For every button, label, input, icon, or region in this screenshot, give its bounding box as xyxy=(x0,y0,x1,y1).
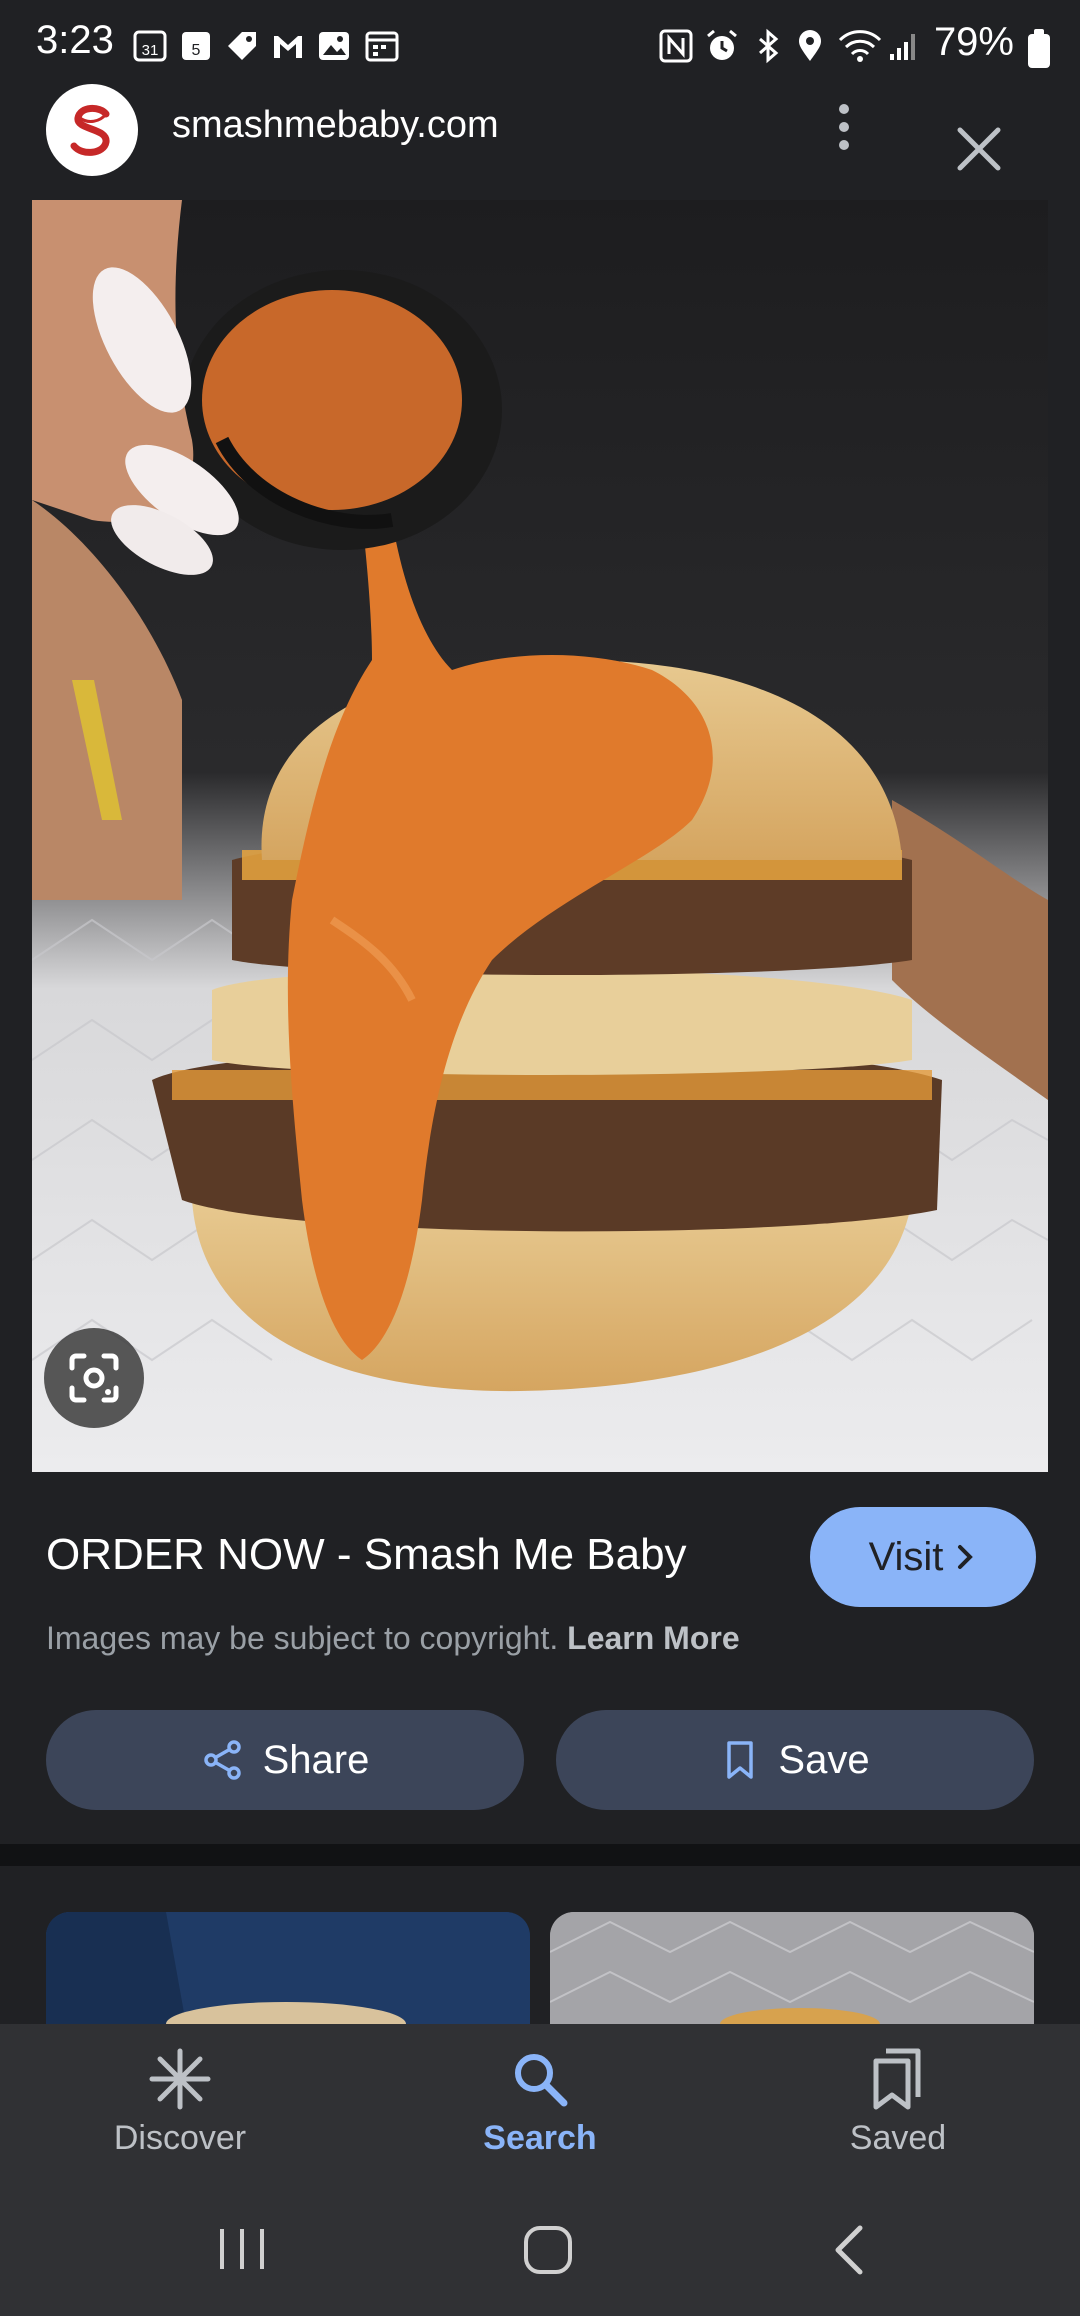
calendar-5-icon: 5 xyxy=(182,32,210,60)
search-icon xyxy=(515,2053,568,2106)
bookmark-icon xyxy=(727,1741,754,1779)
calendar-icon: 31 xyxy=(133,30,167,62)
gmail-icon xyxy=(274,36,302,58)
visit-button[interactable]: Visit xyxy=(810,1507,1036,1607)
more-options-icon[interactable] xyxy=(830,102,858,152)
asterisk-icon xyxy=(149,2048,211,2109)
copyright-notice: Images may be subject to copyright. Lear… xyxy=(46,1620,740,1657)
visit-label: Visit xyxy=(868,1534,944,1579)
bookmarks-icon xyxy=(873,2048,921,2109)
site-logo-icon xyxy=(70,105,110,156)
close-icon[interactable] xyxy=(950,120,1008,178)
share-icon xyxy=(203,1740,241,1780)
burger-photo xyxy=(32,200,1048,1472)
home-icon[interactable] xyxy=(518,2220,578,2280)
site-url[interactable]: smashmebaby.com xyxy=(172,104,499,147)
related-image-2[interactable] xyxy=(550,1912,1034,2024)
status-time: 3:23 xyxy=(36,18,114,62)
signal-icon xyxy=(890,34,915,60)
svg-text:5: 5 xyxy=(192,42,201,59)
chevron-right-icon xyxy=(958,1545,974,1569)
battery-icon xyxy=(1028,29,1050,68)
location-icon xyxy=(799,30,821,61)
svg-text:31: 31 xyxy=(142,42,159,59)
result-title[interactable]: ORDER NOW - Smash Me Baby xyxy=(46,1530,687,1580)
result-image[interactable] xyxy=(32,200,1048,1472)
tag-icon xyxy=(228,32,256,60)
nav-search-label: Search xyxy=(483,2118,597,2157)
wifi-icon xyxy=(838,30,882,62)
copyright-text: Images may be subject to copyright. xyxy=(46,1620,559,1656)
gallery-icon xyxy=(319,32,349,60)
share-button[interactable]: Share xyxy=(46,1710,524,1810)
site-logo[interactable] xyxy=(46,84,138,176)
learn-more-link[interactable]: Learn More xyxy=(567,1620,739,1656)
lens-button[interactable] xyxy=(44,1328,144,1428)
back-icon[interactable] xyxy=(826,2222,876,2278)
nav-saved-label: Saved xyxy=(849,2118,947,2157)
save-button[interactable]: Save xyxy=(556,1710,1034,1810)
nav-discover[interactable]: Discover xyxy=(60,2024,300,2180)
related-photo-2 xyxy=(550,1912,1034,2024)
lens-icon xyxy=(69,1353,119,1403)
recent-apps-icon[interactable] xyxy=(212,2224,272,2274)
share-label: Share xyxy=(262,1737,370,1782)
battery-percentage: 79% xyxy=(933,20,1014,64)
section-divider xyxy=(0,1844,1080,1866)
nav-saved[interactable]: Saved xyxy=(778,2024,1018,2180)
nav-search[interactable]: Search xyxy=(420,2024,660,2180)
related-image-1[interactable] xyxy=(46,1912,530,2024)
save-label: Save xyxy=(778,1737,870,1782)
status-bar: 3:23 31 5 79% xyxy=(0,0,1080,90)
related-photo-1 xyxy=(46,1912,530,2024)
nav-discover-label: Discover xyxy=(113,2118,247,2157)
nfc-icon xyxy=(659,29,693,63)
calendar-alt-icon xyxy=(365,31,399,62)
alarm-icon xyxy=(707,29,737,60)
bluetooth-icon xyxy=(759,28,779,64)
